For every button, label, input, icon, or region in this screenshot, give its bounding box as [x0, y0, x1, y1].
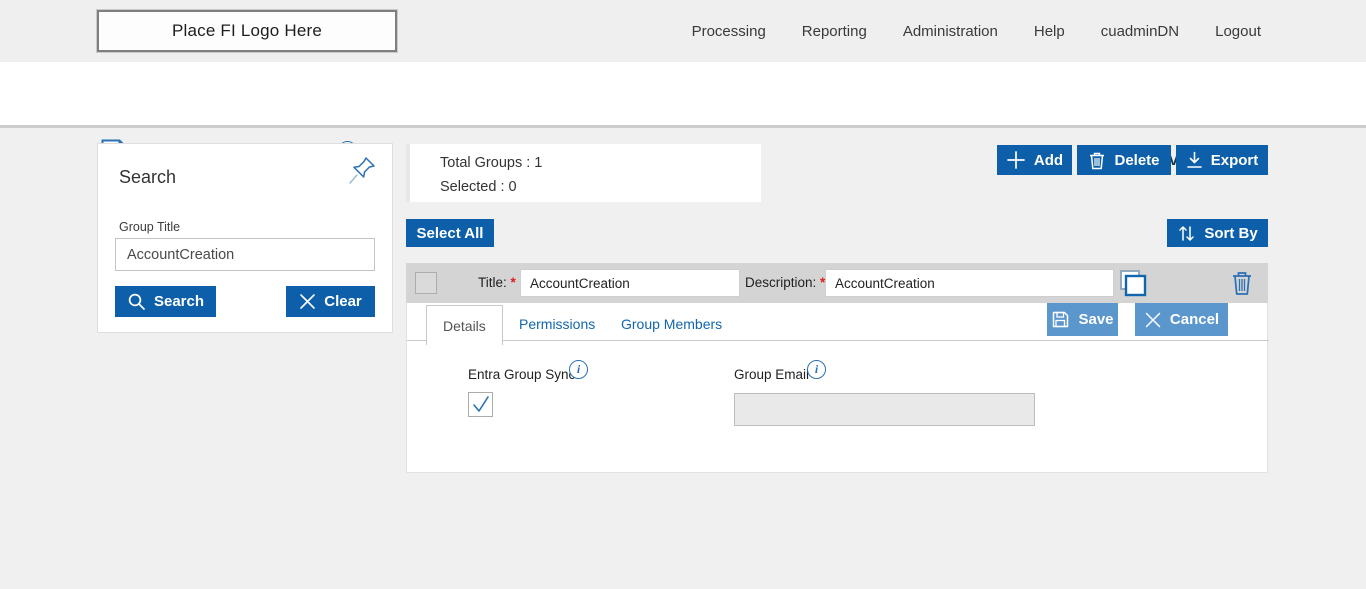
entra-group-sync-info-icon[interactable]: i [569, 360, 588, 379]
group-detail-panel: Details Permissions Group Members [406, 303, 1268, 473]
row-title-input[interactable] [520, 269, 740, 297]
download-icon [1186, 151, 1203, 169]
sort-by-button[interactable]: Sort By [1167, 219, 1268, 247]
tab-details[interactable]: Details [426, 305, 503, 345]
clear-x-icon [299, 293, 316, 310]
group-email-label: Group Email [734, 367, 809, 382]
groups-summary: Total Groups : 1 Selected : 0 [406, 144, 761, 202]
delete-button[interactable]: Delete [1077, 145, 1171, 175]
fi-logo-text: Place FI Logo Here [172, 21, 322, 41]
clear-button-label: Clear [324, 293, 362, 310]
cancel-button[interactable]: Cancel [1135, 303, 1228, 336]
cancel-x-icon [1144, 311, 1162, 329]
search-button-label: Search [154, 293, 204, 310]
group-row: Title: * Description: * [406, 263, 1268, 303]
nav-help[interactable]: Help [1034, 23, 1065, 40]
row-title-label: Title: * [478, 275, 516, 290]
tab-permissions[interactable]: Permissions [503, 305, 611, 343]
export-button-label: Export [1211, 152, 1259, 169]
tab-group-members-label: Group Members [621, 316, 722, 332]
clear-button[interactable]: Clear [286, 286, 375, 317]
nav-reporting[interactable]: Reporting [802, 23, 867, 40]
nav-user-cuadmindn[interactable]: cuadminDN [1101, 23, 1179, 40]
sort-by-button-label: Sort By [1204, 225, 1257, 242]
pushpin-icon[interactable] [348, 155, 378, 187]
entra-group-sync-checkbox[interactable] [468, 392, 493, 417]
selected-count: Selected : 0 [440, 179, 517, 195]
tab-details-label: Details [443, 318, 486, 334]
group-email-info-icon[interactable]: i [807, 360, 826, 379]
page-header: Group Maintenance i Kinective Sign [0, 62, 1366, 128]
nav-processing[interactable]: Processing [692, 23, 766, 40]
trash-icon [1088, 151, 1106, 170]
export-button[interactable]: Export [1176, 145, 1268, 175]
fi-logo-placeholder[interactable]: Place FI Logo Here [97, 10, 397, 52]
group-row-checkbox[interactable] [415, 272, 437, 294]
search-panel: Search Group Title Search [97, 143, 393, 333]
row-description-input[interactable] [825, 269, 1114, 297]
top-navigation: Processing Reporting Administration Help… [692, 0, 1261, 62]
cancel-button-label: Cancel [1170, 311, 1219, 328]
content-area: Search Group Title Search [0, 131, 1366, 589]
search-panel-title: Search [119, 167, 176, 188]
nav-administration[interactable]: Administration [903, 23, 998, 40]
plus-icon [1006, 150, 1026, 170]
row-delete-trash-icon[interactable] [1230, 270, 1254, 296]
row-description-label: Description: * [745, 275, 825, 290]
group-title-label: Group Title [119, 220, 180, 234]
group-email-input [734, 393, 1035, 426]
nav-logout[interactable]: Logout [1215, 23, 1261, 40]
top-bar: Place FI Logo Here Processing Reporting … [0, 0, 1366, 62]
tab-group-members[interactable]: Group Members [605, 305, 738, 343]
select-all-button-label: Select All [417, 225, 484, 242]
copy-group-icon[interactable] [1118, 268, 1148, 298]
tab-bar: Details Permissions Group Members [407, 303, 1269, 341]
add-button-label: Add [1034, 152, 1063, 169]
sort-arrows-icon [1177, 224, 1196, 243]
save-button-label: Save [1078, 311, 1113, 328]
tab-permissions-label: Permissions [519, 316, 595, 332]
delete-button-label: Delete [1114, 152, 1159, 169]
entra-group-sync-label: Entra Group Sync [468, 367, 575, 382]
required-marker: * [511, 275, 516, 290]
search-button[interactable]: Search [115, 286, 216, 317]
select-all-button[interactable]: Select All [406, 219, 494, 247]
save-floppy-icon [1051, 310, 1070, 329]
total-groups-count: Total Groups : 1 [440, 155, 542, 171]
group-maintenance-screen: Place FI Logo Here Processing Reporting … [0, 0, 1366, 589]
checkmark-icon [470, 394, 492, 416]
group-title-input[interactable] [115, 238, 375, 271]
search-icon [127, 292, 146, 311]
add-button[interactable]: Add [997, 145, 1072, 175]
save-button[interactable]: Save [1047, 303, 1118, 336]
